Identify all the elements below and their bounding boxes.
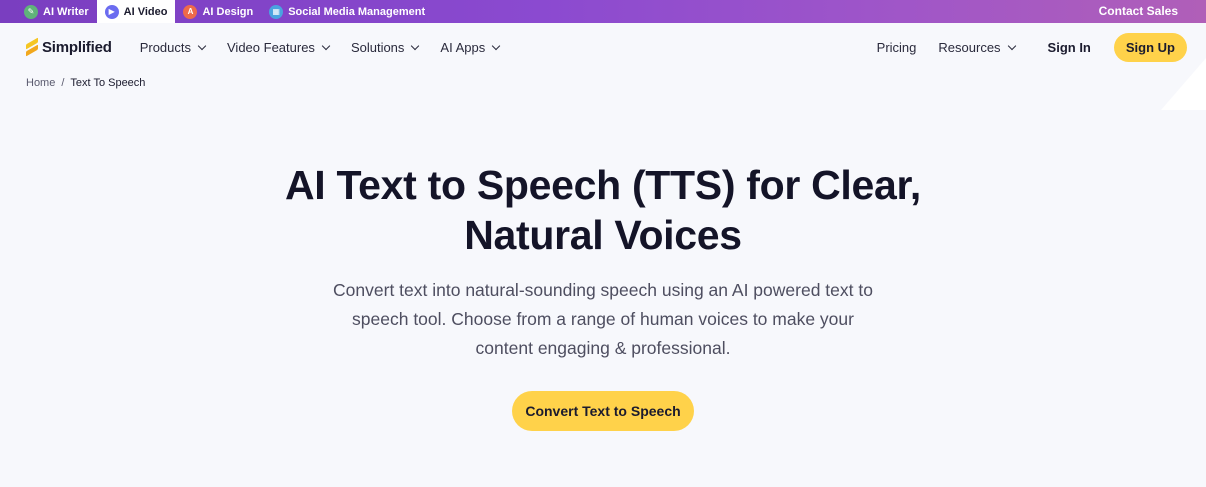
contact-sales-link[interactable]: Contact Sales	[1099, 0, 1178, 23]
hero-subtitle: Convert text into natural-sounding speec…	[333, 280, 873, 358]
logo[interactable]: Simplified	[25, 37, 112, 57]
design-icon: A	[183, 4, 198, 19]
nav-pricing[interactable]: Pricing	[877, 40, 917, 55]
tab-social-media-label: Social Media Management	[288, 5, 426, 18]
page-title-line2: Natural Voices	[464, 212, 742, 258]
breadcrumb-separator: /	[61, 77, 65, 89]
logo-icon	[25, 37, 39, 57]
tab-ai-design[interactable]: A AI Design	[175, 0, 261, 23]
tab-ai-design-label: AI Design	[202, 5, 254, 18]
tab-ai-writer-label: AI Writer	[43, 5, 89, 18]
chevron-down-icon	[491, 41, 501, 50]
hero-section: AI Text to Speech (TTS) for Clear, Natur…	[0, 160, 1206, 431]
tab-ai-video-label: AI Video	[123, 5, 168, 18]
nav-solutions[interactable]: Solutions	[350, 39, 420, 55]
chevron-down-icon	[1007, 41, 1016, 50]
tab-ai-video[interactable]: ▶ AI Video	[96, 0, 176, 23]
nav-solutions-label: Solutions	[350, 39, 405, 55]
nav-video-features[interactable]: Video Features	[227, 39, 331, 55]
main-nav: Simplified Products Video Features Solut…	[0, 23, 1206, 71]
breadcrumb-current: Text To Speech	[70, 77, 146, 89]
nav-products[interactable]: Products	[139, 39, 207, 55]
chevron-down-icon	[197, 41, 207, 50]
product-switcher-bar: ✎ AI Writer ▶ AI Video A AI Design ▦ Soc…	[0, 0, 1206, 23]
breadcrumb-home[interactable]: Home	[26, 77, 55, 89]
sign-in-button[interactable]: Sign In	[1048, 40, 1091, 55]
nav-ai-apps[interactable]: AI Apps	[440, 39, 501, 55]
nav-video-features-label: Video Features	[227, 39, 315, 55]
calendar-icon: ▦	[269, 4, 284, 19]
decorative-corner	[1161, 58, 1206, 110]
breadcrumb: Home / Text To Speech	[26, 77, 145, 89]
nav-ai-apps-label: AI Apps	[440, 39, 486, 55]
nav-menu: Products Video Features Solutions AI App…	[139, 39, 501, 55]
writer-icon: ✎	[24, 4, 38, 19]
video-icon: ▶	[104, 4, 119, 19]
chevron-down-icon	[321, 41, 331, 50]
tab-ai-writer[interactable]: ✎ AI Writer	[0, 0, 97, 23]
nav-right: Pricing Resources Sign In Sign Up	[877, 23, 1187, 71]
convert-text-to-speech-button[interactable]: Convert Text to Speech	[512, 391, 694, 431]
nav-products-label: Products	[139, 39, 191, 55]
nav-resources-label: Resources	[938, 39, 1001, 55]
logo-text: Simplified	[42, 38, 112, 56]
chevron-down-icon	[411, 41, 420, 50]
nav-resources[interactable]: Resources	[938, 39, 1016, 55]
tab-social-media[interactable]: ▦ Social Media Management	[261, 0, 433, 23]
page-title-line1: AI Text to Speech (TTS) for Clear,	[284, 162, 922, 208]
page-title: AI Text to Speech (TTS) for Clear, Natur…	[0, 160, 1206, 260]
